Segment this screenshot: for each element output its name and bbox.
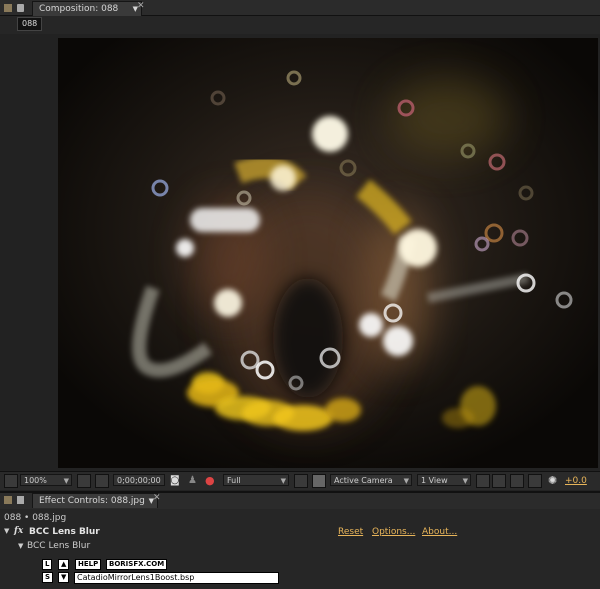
composition-tab-bar: Composition: 088 ▼ ✕ (0, 0, 600, 16)
camera-view-dropdown[interactable]: Active Camera ▼ (330, 474, 412, 486)
color-channels-icon[interactable]: ● (205, 474, 215, 487)
lock-icon[interactable] (17, 496, 24, 504)
load-preset-button[interactable]: L (42, 559, 53, 570)
expand-triangle-icon[interactable]: ▼ (4, 527, 9, 535)
toggle-pixel-aspect-icon[interactable] (476, 474, 490, 488)
fast-previews-icon[interactable] (492, 474, 506, 488)
options-link[interactable]: Options... (372, 527, 415, 537)
view-layout-dropdown[interactable]: 1 View ▼ (417, 474, 471, 486)
viewer-options-bar: 100% ▼ 0;00;00;00 ◙ ♟ ● Full ▼ Active Ca… (0, 471, 600, 490)
preset-name-value: CatadioMirrorLens1Boost.bsp (77, 573, 195, 582)
breadcrumb: 088 • 088.jpg (4, 513, 67, 523)
expand-triangle-icon[interactable]: ▼ (18, 542, 23, 550)
chevron-down-icon: ▼ (63, 477, 69, 485)
close-icon[interactable]: ✕ (153, 493, 161, 503)
effect-controls-tab-label: Effect Controls: 088.jpg (39, 496, 145, 506)
timeline-icon[interactable] (510, 474, 524, 488)
panel-menu-icon[interactable] (4, 496, 12, 504)
panel-menu-icon[interactable] (4, 4, 12, 12)
lock-icon[interactable] (17, 4, 24, 12)
up-arrow-icon[interactable]: ▲ (58, 559, 70, 570)
group-label: BCC Lens Blur (27, 541, 91, 551)
timecode-value: 0;00;00;00 (117, 476, 161, 485)
show-snapshot-icon[interactable]: ♟ (188, 475, 197, 486)
mask-visibility-icon[interactable] (95, 474, 109, 488)
composition-tab-label: Composition: 088 (39, 4, 119, 14)
reset-exposure-icon[interactable]: ✺ (548, 474, 557, 487)
view-layout-value: 1 View (421, 476, 448, 485)
fx-toggle-icon[interactable]: fx (14, 526, 23, 536)
camera-view-value: Active Camera (334, 476, 393, 485)
effect-controls-panel: 088 • 088.jpg ▼ fx BCC Lens Blur Reset O… (0, 509, 600, 589)
exposure-value[interactable]: +0.0 (565, 476, 587, 486)
tab-composition[interactable]: Composition: 088 ▼ (32, 1, 142, 16)
reset-link[interactable]: Reset (338, 527, 363, 537)
chevron-down-icon: ▼ (462, 477, 468, 485)
zoom-value: 100% (24, 476, 47, 485)
borisfx-link-button[interactable]: BORISFX.COM (106, 559, 168, 570)
effect-controls-tab-bar: Effect Controls: 088.jpg ▼ ✕ (0, 491, 600, 510)
lens-blur-preview-image (58, 38, 598, 468)
tab-effect-controls[interactable]: Effect Controls: 088.jpg ▼ (32, 493, 158, 508)
composition-canvas[interactable] (58, 38, 598, 468)
resolution-dropdown[interactable]: Full ▼ (223, 474, 289, 486)
close-icon[interactable]: ✕ (137, 1, 145, 11)
safe-zones-icon[interactable] (77, 474, 91, 488)
region-of-interest-icon[interactable] (294, 474, 308, 488)
always-preview-icon[interactable] (4, 474, 18, 488)
help-button[interactable]: HELP (75, 559, 102, 570)
timecode-field[interactable]: 0;00;00;00 (113, 474, 165, 486)
zoom-dropdown[interactable]: 100% ▼ (20, 474, 72, 486)
resolution-value: Full (227, 476, 241, 485)
transparency-grid-icon[interactable] (312, 474, 326, 488)
preset-name-field[interactable]: CatadioMirrorLens1Boost.bsp (74, 572, 279, 584)
about-link[interactable]: About... (422, 527, 457, 537)
comp-name-chip[interactable]: 088 (17, 17, 43, 31)
save-preset-button[interactable]: S (42, 572, 54, 583)
down-arrow-icon[interactable]: ▼ (58, 572, 70, 583)
chevron-down-icon: ▼ (280, 477, 286, 485)
chevron-down-icon: ▼ (403, 477, 409, 485)
effect-name: BCC Lens Blur (29, 527, 100, 537)
composition-toolbar: 088 (0, 16, 600, 34)
camera-snapshot-icon[interactable]: ◙ (170, 475, 180, 486)
flowchart-icon[interactable] (528, 474, 542, 488)
